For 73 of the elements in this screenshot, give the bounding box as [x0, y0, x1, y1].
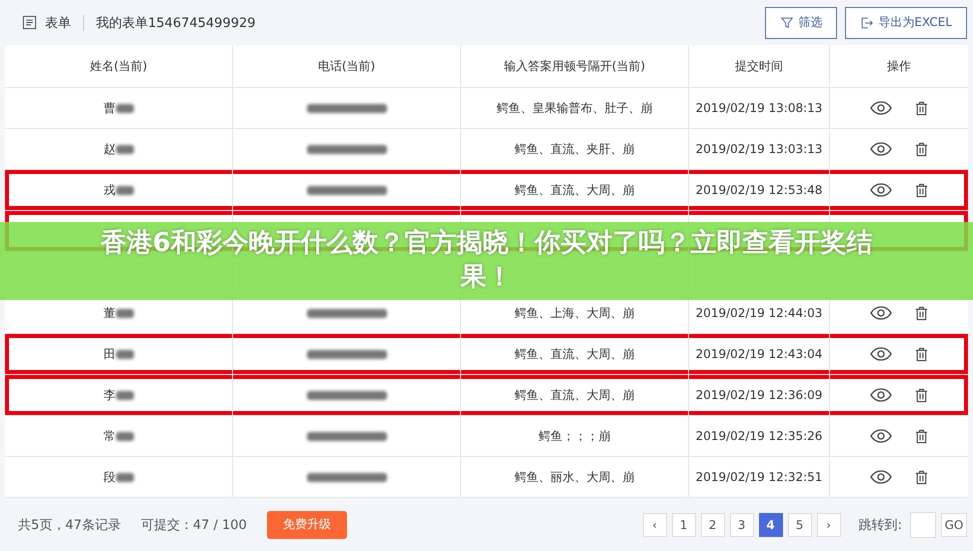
- page-input[interactable]: [910, 512, 936, 538]
- table-cell: 鳄鱼、直流、大周、崩: [514, 386, 634, 404]
- filter-icon: [780, 16, 794, 30]
- table-cell: 2019/02/19 12:36:09: [696, 388, 822, 402]
- eye-icon[interactable]: [870, 470, 892, 484]
- redaction: [116, 186, 134, 194]
- page-button[interactable]: 5: [788, 512, 812, 536]
- table-cell: 鳄鱼、直流、大周、崩: [514, 346, 634, 362]
- redaction: [116, 432, 134, 440]
- jump-label: 跳转到:: [858, 516, 902, 534]
- redaction: [116, 144, 134, 154]
- delete-icon[interactable]: [914, 428, 928, 444]
- eye-icon[interactable]: [870, 306, 892, 320]
- table-cell: 田: [104, 346, 116, 362]
- table-cell: 常: [104, 428, 116, 444]
- page-button[interactable]: 1: [672, 512, 696, 536]
- table-cell: 董: [104, 304, 116, 322]
- delete-icon[interactable]: [914, 470, 928, 484]
- quota-text: 可提交：47 / 100: [140, 516, 247, 534]
- table-cell: 赵: [104, 140, 116, 158]
- column-header: 提交时间: [689, 45, 830, 87]
- column-header: 操作: [886, 58, 912, 74]
- delete-icon[interactable]: [914, 100, 928, 116]
- redaction: [116, 104, 134, 112]
- go-button[interactable]: GO: [941, 512, 967, 536]
- list-icon: [22, 15, 37, 30]
- page-button[interactable]: 4: [758, 512, 783, 536]
- table-cell: 曹: [104, 100, 116, 116]
- delete-icon[interactable]: [914, 388, 928, 402]
- eye-icon[interactable]: [870, 388, 892, 402]
- eye-icon[interactable]: [870, 429, 892, 443]
- table-cell: 2019/02/19 12:43:04: [696, 347, 822, 361]
- table-cell: 2019/02/19 12:53:48: [696, 183, 822, 197]
- table-cell: 鳄鱼、直流、夹肝、崩: [514, 140, 634, 158]
- form-name: 我的表单1546745499929: [96, 14, 256, 32]
- delete-icon[interactable]: [914, 346, 928, 362]
- table-cell: 2019/02/19 12:44:03: [696, 306, 822, 320]
- table-cell: 李: [104, 386, 116, 404]
- eye-icon[interactable]: [870, 347, 892, 361]
- banner: 香港6和彩今晚开什么数？官方揭晓！你买对了吗？立即查看开奖结果！: [0, 222, 973, 300]
- column-header: 姓名(当前): [5, 45, 233, 87]
- table-cell: 2019/02/19 12:32:51: [696, 470, 822, 484]
- eye-icon[interactable]: [870, 101, 892, 115]
- table-cell: 鳄鱼、直流、大周、崩: [514, 182, 634, 198]
- column-header: 电话(当前): [233, 45, 461, 87]
- export-icon: [860, 16, 874, 30]
- delete-icon[interactable]: [914, 306, 928, 320]
- redaction: [116, 350, 134, 358]
- delete-icon[interactable]: [914, 142, 928, 156]
- table-cell: 段: [104, 468, 116, 486]
- page-button[interactable]: 3: [730, 512, 754, 536]
- table-cell: 戎: [104, 182, 116, 198]
- eye-icon[interactable]: [870, 183, 892, 197]
- page-button[interactable]: 2: [700, 512, 725, 536]
- redaction: [116, 390, 134, 400]
- table-cell: 鳄鱼、上海、大周、崩: [514, 304, 634, 322]
- redaction: [116, 472, 134, 482]
- filter-button[interactable]: 筛选: [765, 6, 838, 38]
- table-cell: 2019/02/19 12:35:26: [696, 429, 822, 443]
- export-button[interactable]: 导出为EXCEL: [845, 6, 967, 38]
- delete-icon[interactable]: [914, 182, 928, 198]
- redaction: [116, 308, 134, 318]
- column-header: 输入答案用顿号隔开(当前): [461, 45, 689, 87]
- prev-page-button[interactable]: ‹: [642, 512, 667, 536]
- section-title: 表单: [45, 14, 71, 32]
- next-page-button[interactable]: ›: [816, 512, 841, 536]
- table-cell: 鳄鱼；；；崩: [538, 428, 610, 444]
- table-cell: 2019/02/19 13:08:13: [696, 101, 822, 115]
- table-cell: 鳄鱼、丽水、大周、崩: [514, 468, 634, 486]
- record-summary: 共5页，47条记录: [18, 516, 121, 534]
- table-cell: 2019/02/19 13:03:13: [696, 142, 822, 156]
- table-cell: 鳄鱼、皇果输普布、肚子、崩: [496, 100, 652, 116]
- eye-icon[interactable]: [870, 142, 892, 156]
